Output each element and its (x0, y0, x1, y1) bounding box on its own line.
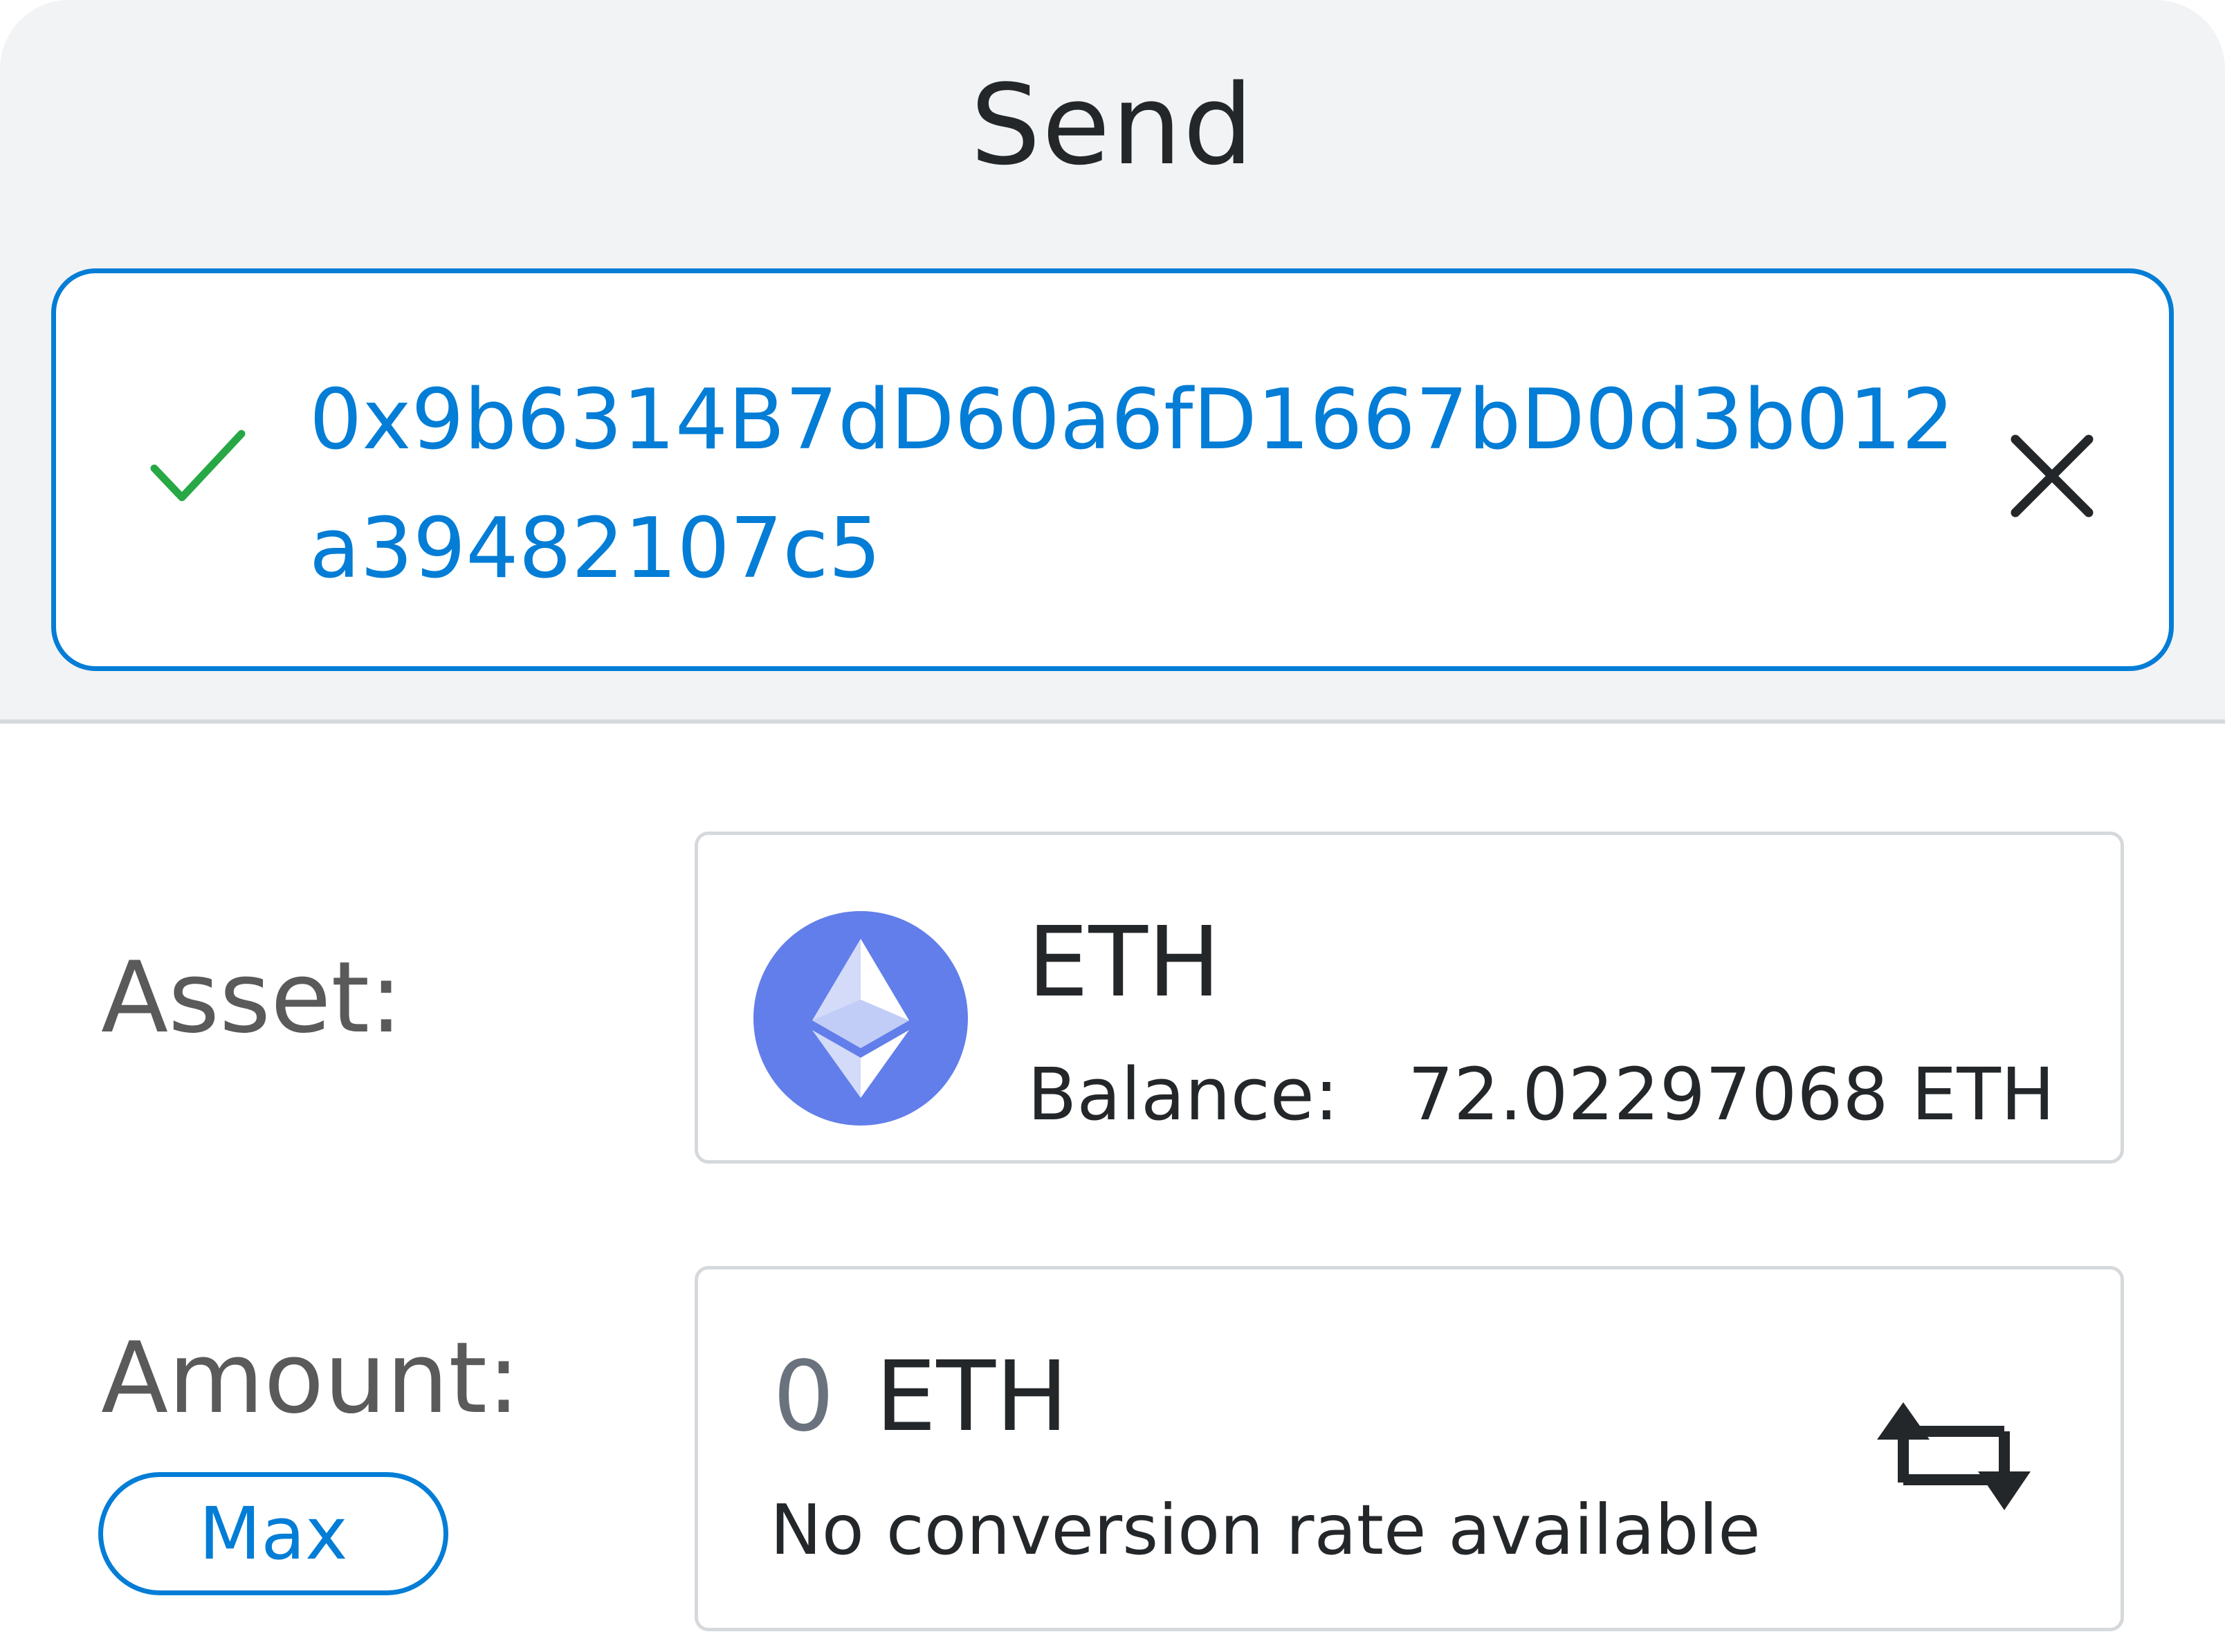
asset-selector[interactable]: ETH Balance: 72.02297068 ETH (695, 832, 2124, 1164)
balance-value: 72.02297068 ETH (1407, 1052, 2055, 1137)
ethereum-logo-icon (753, 911, 968, 1126)
conversion-note: No conversion rate available (770, 1489, 1761, 1570)
send-header: Send 0x9b6314B7dD60a6fD1667bD0d3b012a394… (0, 0, 2225, 724)
send-screen: Send 0x9b6314B7dD60a6fD1667bD0d3b012a394… (0, 0, 2225, 1652)
recipient-address: 0x9b6314B7dD60a6fD1667bD0d3b012a39482107… (309, 372, 1954, 597)
amount-label: Amount: (101, 1321, 520, 1435)
page-title: Send (970, 60, 1255, 190)
balance-label: Balance: (1027, 1052, 1339, 1137)
max-button[interactable]: Max (98, 1472, 448, 1595)
asset-label: Asset: (101, 941, 403, 1055)
amount-unit: ETH (875, 1341, 1069, 1453)
recipient-field[interactable]: 0x9b6314B7dD60a6fD1667bD0d3b012a39482107… (51, 268, 2174, 671)
amount-field: ETH No conversion rate available (695, 1266, 2124, 1631)
asset-balance: Balance: 72.02297068 ETH (1027, 1049, 2055, 1139)
close-icon[interactable] (2000, 424, 2104, 528)
asset-symbol: ETH (1027, 906, 1221, 1019)
amount-input[interactable] (773, 1339, 849, 1456)
check-icon (150, 430, 246, 502)
swap-arrows-icon[interactable] (1874, 1394, 2033, 1518)
